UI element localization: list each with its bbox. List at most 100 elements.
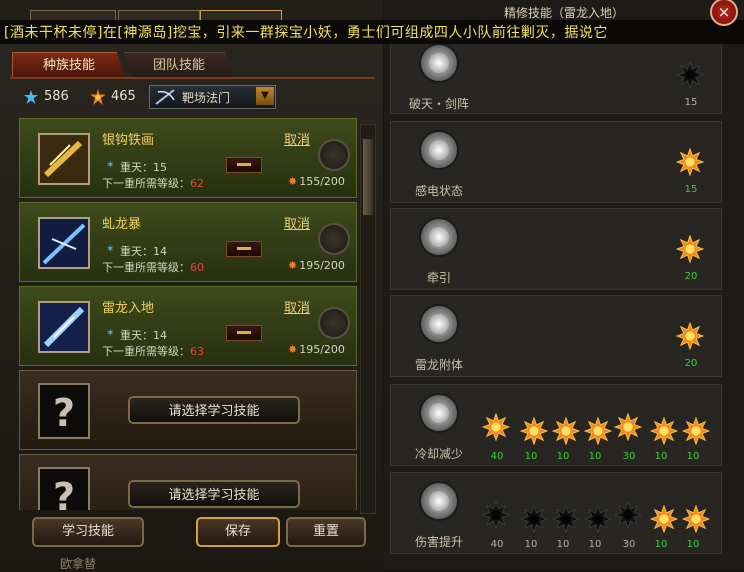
skill-icon-yingou — [38, 133, 90, 185]
node-value: 10 — [686, 539, 700, 550]
tabs-divider — [10, 77, 375, 79]
inactive-star-icon[interactable] — [520, 505, 548, 533]
skill-level: 重天：15 — [120, 161, 167, 174]
skill-card[interactable]: 银钩铁画 取消 ✶ 重天：15 下一重所需等级：62 ✸ 155/200 — [19, 118, 357, 198]
orange-star-icon: ✸ — [288, 343, 298, 356]
blue-star-icon — [24, 90, 38, 104]
chevron-down-icon[interactable]: ▼ — [256, 87, 274, 105]
node-value: 15 — [684, 184, 698, 195]
active-star-icon[interactable] — [584, 417, 612, 445]
skill-slot-knob[interactable] — [318, 307, 350, 339]
inactive-star-icon[interactable] — [584, 505, 612, 533]
refine-label: 冷却减少 — [414, 447, 463, 461]
refine-row: 感电状态 15 — [390, 121, 722, 203]
skill-card[interactable]: 雷龙入地 取消 ✶ 重天：14 下一重所需等级：63 ✸ 195/200 — [19, 286, 357, 366]
orange-star-icon — [90, 89, 106, 105]
skill-panel: 种族技能 团队技能 586 465 靶场法门 ▼ 银钩铁画 取消 ✶ 重天：15… — [0, 0, 383, 571]
refine-skill-icon[interactable] — [419, 304, 459, 344]
orange-star-icon: ✸ — [288, 175, 298, 188]
broadcast-text: [酒未干杯未停]在[神源岛]挖宝，引来一群探宝小妖，勇士们可组成四人小队前往剿灭… — [4, 25, 608, 41]
skill-school-select[interactable]: 靶场法门 ▼ — [149, 85, 276, 109]
inactive-star-icon[interactable] — [552, 505, 580, 533]
node-value: 10 — [686, 451, 700, 462]
next-level-req: 下一重所需等级：63 — [102, 345, 204, 358]
active-star-icon[interactable] — [682, 417, 710, 445]
refine-row: 冷却减少 40 10 10 10 30 10 10 — [390, 384, 722, 466]
skill-list: 银钩铁画 取消 ✶ 重天：15 下一重所需等级：62 ✸ 155/200 虬龙暴 … — [14, 118, 358, 510]
refine-skill-icon[interactable] — [419, 130, 459, 170]
active-star-icon[interactable] — [676, 148, 704, 176]
blue-star-icon: ✶ — [106, 328, 115, 339]
refine-label: 感电状态 — [414, 184, 463, 198]
next-level-req: 下一重所需等级：60 — [102, 261, 204, 274]
tab-race-skills[interactable]: 种族技能 — [12, 52, 126, 79]
empty-skill-slot[interactable]: ? 请选择学习技能 — [19, 370, 357, 450]
bow-icon — [155, 89, 175, 105]
minus-button[interactable] — [226, 241, 262, 257]
learn-skill-button[interactable]: 学习技能 — [32, 517, 144, 547]
active-star-icon[interactable] — [614, 413, 642, 441]
skill-progress: ✸ 155/200 — [288, 175, 345, 188]
refine-label: 雷龙附体 — [414, 358, 463, 372]
select-value: 靶场法门 — [182, 91, 231, 105]
points-blue-value: 586 — [44, 89, 69, 104]
refine-label: 破天・剑阵 — [408, 97, 469, 111]
inactive-star-icon[interactable] — [614, 501, 642, 529]
inactive-star-icon[interactable] — [482, 501, 510, 529]
refine-row: 破天・剑阵 15 — [390, 34, 722, 114]
skill-card[interactable]: 虬龙暴 取消 ✶ 重天：14 下一重所需等级：60 ✸ 195/200 — [19, 202, 357, 282]
active-star-icon[interactable] — [482, 413, 510, 441]
cancel-link[interactable]: 取消 — [284, 297, 310, 316]
active-star-icon[interactable] — [520, 417, 548, 445]
node-value: 20 — [684, 271, 698, 282]
system-broadcast: [酒未干杯未停]在[神源岛]挖宝，引来一群探宝小妖，勇士们可组成四人小队前往剿灭… — [0, 20, 744, 44]
next-level-req: 下一重所需等级：62 — [102, 177, 204, 190]
active-star-icon[interactable] — [650, 505, 678, 533]
tab-team-skills[interactable]: 团队技能 — [124, 52, 234, 79]
empty-skill-slot[interactable]: ? 请选择学习技能 — [19, 454, 357, 510]
skill-level: 重天：14 — [120, 329, 167, 342]
skill-level: 重天：14 — [120, 245, 167, 258]
inactive-star-icon[interactable] — [676, 61, 704, 89]
refine-skill-icon[interactable] — [419, 217, 459, 257]
node-value: 15 — [684, 97, 698, 108]
blue-star-icon: ✶ — [106, 160, 115, 171]
refine-skill-icon[interactable] — [419, 393, 459, 433]
refine-label: 伤害提升 — [414, 535, 463, 549]
active-star-icon[interactable] — [650, 417, 678, 445]
question-mark-icon: ? — [38, 383, 90, 439]
active-star-icon[interactable] — [676, 322, 704, 350]
minus-button[interactable] — [226, 325, 262, 341]
list-scrollbar[interactable] — [360, 124, 376, 514]
active-star-icon[interactable] — [682, 505, 710, 533]
choose-skill-button[interactable]: 请选择学习技能 — [128, 480, 300, 508]
footer-text: 欧拿替 — [60, 557, 97, 571]
orange-star-icon: ✸ — [288, 259, 298, 272]
reset-button[interactable]: 重置 — [286, 517, 366, 547]
skill-icon-qiulong — [38, 217, 90, 269]
scrollbar-thumb[interactable] — [363, 139, 373, 215]
skill-slot-knob[interactable] — [318, 139, 350, 171]
node-value: 20 — [684, 358, 698, 369]
blue-star-icon: ✶ — [106, 244, 115, 255]
skill-name: 银钩铁画 — [102, 133, 155, 148]
refine-skill-icon[interactable] — [419, 481, 459, 521]
refine-label: 牵引 — [426, 271, 451, 285]
minus-button[interactable] — [226, 157, 262, 173]
active-star-icon[interactable] — [676, 235, 704, 263]
active-star-icon[interactable] — [552, 417, 580, 445]
save-button[interactable]: 保存 — [196, 517, 280, 547]
skill-icon-leilong — [38, 301, 90, 353]
skill-name: 虬龙暴 — [102, 217, 142, 232]
points-orange-value: 465 — [111, 89, 136, 104]
refine-skill-icon[interactable] — [419, 43, 459, 83]
question-mark-icon: ? — [38, 467, 90, 510]
refine-row: 牵引 20 — [390, 208, 722, 290]
skill-progress: ✸ 195/200 — [288, 259, 345, 272]
skill-progress: ✸ 195/200 — [288, 343, 345, 356]
refine-row: 伤害提升 40 10 10 10 30 10 10 — [390, 472, 722, 554]
choose-skill-button[interactable]: 请选择学习技能 — [128, 396, 300, 424]
skill-slot-knob[interactable] — [318, 223, 350, 255]
cancel-link[interactable]: 取消 — [284, 213, 310, 232]
cancel-link[interactable]: 取消 — [284, 129, 310, 148]
